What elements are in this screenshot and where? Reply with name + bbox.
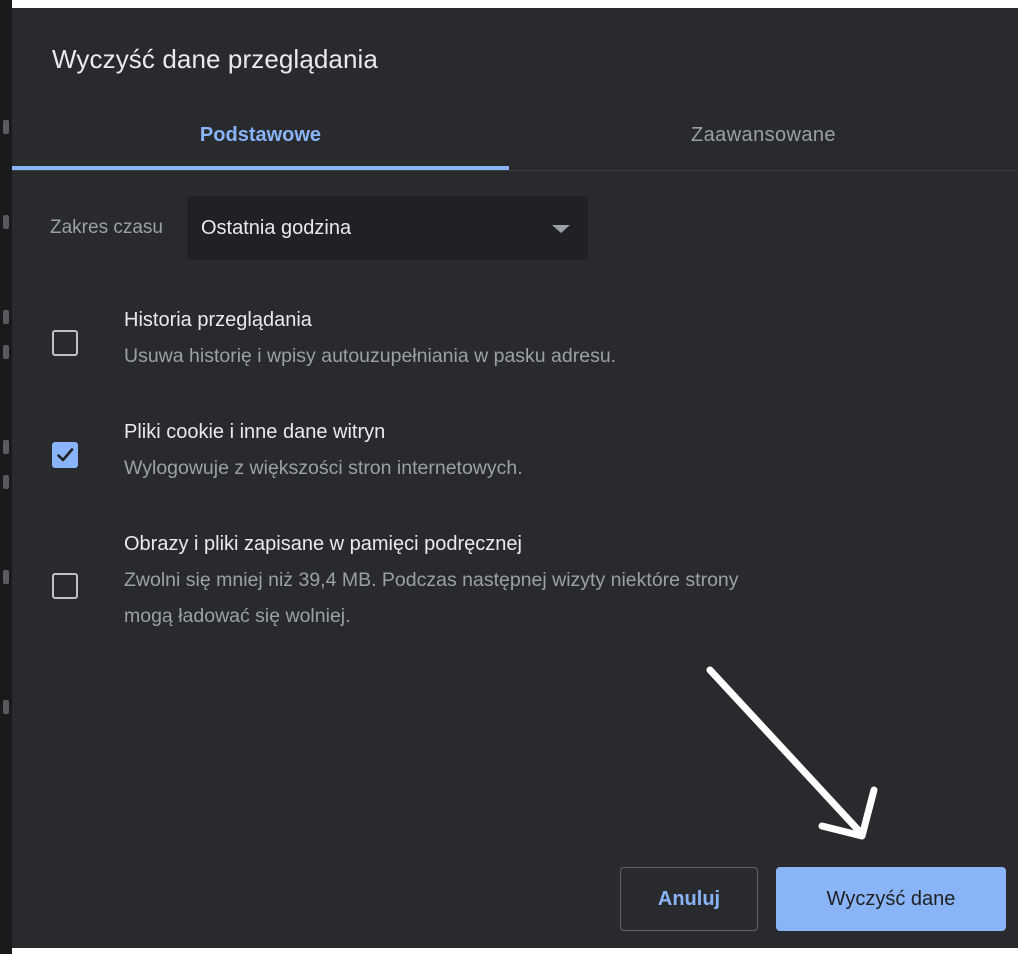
cookies-checkbox[interactable]: [52, 442, 78, 468]
time-range-row: Zakres czasu Ostatnia godzina: [50, 196, 588, 260]
tab-bar: Podstawowe Zaawansowane: [12, 100, 1018, 172]
checkmark-icon: [57, 448, 74, 462]
option-description-line: mogą ładować się wolniej.: [124, 605, 351, 627]
arrow-annotation-icon: [706, 666, 878, 840]
background-page-strip: [0, 0, 12, 954]
time-range-select[interactable]: Ostatnia godzina: [186, 196, 588, 260]
cancel-button[interactable]: Anuluj: [620, 867, 758, 931]
option-description: Usuwa historię i wpisy autouzupełniania …: [124, 345, 617, 367]
dialog-title: Wyczyść dane przeglądania: [52, 44, 378, 74]
option-description-line: Zwolni się mniej niż 39,4 MB. Podczas na…: [124, 569, 739, 591]
tab-advanced[interactable]: Zaawansowane: [509, 100, 1018, 170]
time-range-label: Zakres czasu: [50, 217, 163, 238]
time-range-value: Ostatnia godzina: [200, 216, 352, 239]
option-title: Historia przeglądania: [124, 309, 312, 331]
option-browsing-history: Historia przeglądania Usuwa historię i w…: [52, 306, 992, 386]
option-cookies: Pliki cookie i inne dane witryn Wylogowu…: [52, 418, 992, 498]
clear-data-button[interactable]: Wyczyść dane: [776, 867, 1006, 931]
browsing-history-checkbox[interactable]: [52, 330, 78, 356]
option-cached-files: Obrazy i pliki zapisane w pamięci podręc…: [52, 530, 992, 650]
tab-divider: [12, 170, 1018, 171]
option-description: Wylogowuje z większości stron internetow…: [124, 457, 523, 479]
tab-basic[interactable]: Podstawowe: [12, 100, 509, 170]
dropdown-arrow-icon: [551, 225, 570, 233]
cached-files-checkbox[interactable]: [52, 573, 78, 599]
option-description: Zwolni się mniej niż 39,4 MB. Podczas na…: [124, 561, 984, 635]
clear-browsing-data-dialog: Wyczyść dane przeglądania Podstawowe Zaa…: [12, 8, 1018, 948]
option-title: Obrazy i pliki zapisane w pamięci podręc…: [124, 533, 522, 555]
option-title: Pliki cookie i inne dane witryn: [124, 421, 386, 443]
